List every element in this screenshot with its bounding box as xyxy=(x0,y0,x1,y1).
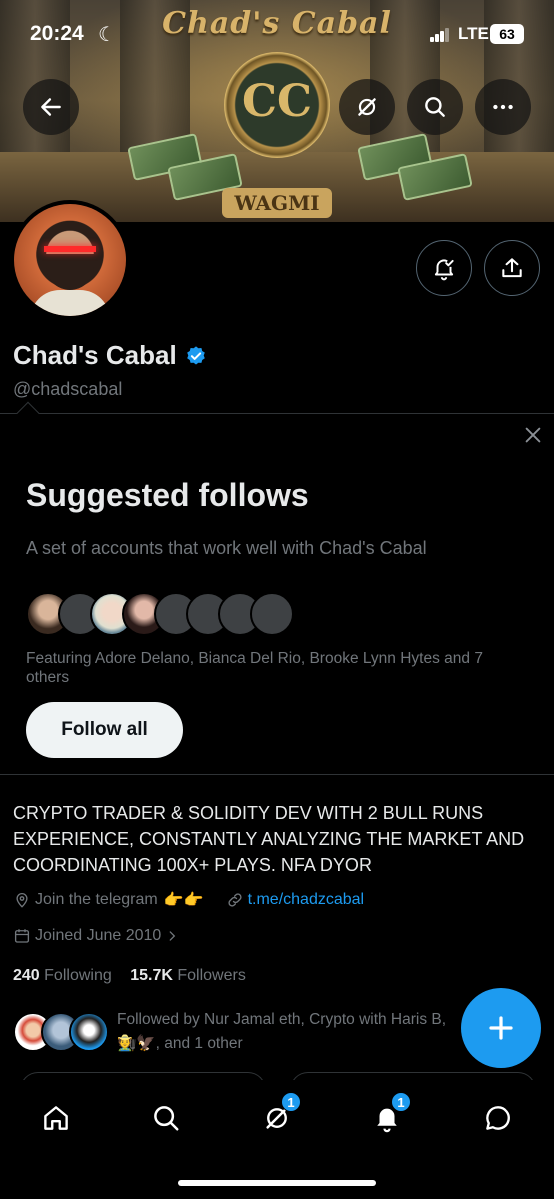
profile-name-row: Chad's Cabal xyxy=(13,340,207,371)
share-button[interactable] xyxy=(484,240,540,296)
search-icon xyxy=(425,97,445,117)
notifications-subscribe-button[interactable] xyxy=(416,240,472,296)
profile-website-link[interactable]: t.me/chadzcabal xyxy=(248,891,365,909)
card-pointer xyxy=(16,401,40,425)
avatar[interactable] xyxy=(10,200,130,320)
search-icon xyxy=(154,1106,179,1131)
follow-stats: 240 Following 15.7K Followers xyxy=(13,967,246,985)
follower-avatar xyxy=(69,1012,109,1052)
tab-badge: 1 xyxy=(281,1092,301,1112)
location-pin-icon xyxy=(16,893,28,908)
more-dots-icon xyxy=(493,104,513,110)
home-icon xyxy=(44,1106,68,1130)
network-type: LTE xyxy=(458,24,489,43)
profile-handle: @chadscabal xyxy=(13,379,123,399)
suggested-avatar xyxy=(250,592,294,636)
location-emoji: 👉👉 xyxy=(163,892,204,909)
following-link[interactable]: 240 Following xyxy=(13,967,112,984)
banner-badge-art: WAGMI xyxy=(222,188,332,218)
chevron-right-icon xyxy=(169,931,176,941)
followed-by-text[interactable]: Followed by Nur Jamal eth, Crypto with H… xyxy=(117,1008,467,1056)
suggested-follows-subtitle: A set of accounts that work well with Ch… xyxy=(26,538,427,558)
tab-home[interactable] xyxy=(36,1098,76,1138)
calendar-icon xyxy=(14,929,30,943)
followers-link[interactable]: 15.7K Followers xyxy=(130,967,246,984)
profile-joined: Joined June 2010 xyxy=(35,927,162,944)
tab-messages[interactable] xyxy=(478,1098,518,1138)
tab-search[interactable] xyxy=(146,1098,186,1138)
profile-meta-row: Join the telegram 👉👉 t.me/chadzcabal xyxy=(13,890,364,910)
suggested-avatars[interactable] xyxy=(26,592,294,636)
back-button[interactable] xyxy=(23,79,79,135)
close-icon[interactable] xyxy=(522,424,544,446)
verified-badge-icon[interactable] xyxy=(185,345,207,367)
profile-bio: CRYPTO TRADER & SOLIDITY DEV WITH 2 BULL… xyxy=(13,803,525,875)
search-button[interactable] xyxy=(407,79,463,135)
compose-button[interactable] xyxy=(461,988,541,1068)
more-button[interactable] xyxy=(475,79,531,135)
share-icon xyxy=(502,258,522,278)
profile-location: Join the telegram xyxy=(35,891,158,908)
signal-icon xyxy=(430,28,450,42)
divider xyxy=(0,774,554,775)
chat-bubble-icon xyxy=(486,1106,510,1130)
tab-notifications[interactable]: 1 xyxy=(367,1092,411,1138)
plus-icon xyxy=(489,1016,513,1040)
arrow-left-icon xyxy=(41,98,61,116)
status-time: 20:24 xyxy=(30,22,84,45)
status-bar: 20:24 ☾ LTE 63 xyxy=(0,0,554,70)
grok-button[interactable] xyxy=(339,79,395,135)
suggested-follows-title: Suggested follows xyxy=(26,477,309,513)
moon-icon: ☾ xyxy=(98,24,116,46)
link-icon xyxy=(228,893,242,907)
bell-check-icon xyxy=(434,259,454,281)
suggested-featuring-text: Featuring Adore Delano, Bianca Del Rio, … xyxy=(26,650,483,686)
divider xyxy=(0,413,554,414)
grok-icon xyxy=(358,98,376,116)
tab-grok[interactable]: 1 xyxy=(257,1092,301,1138)
battery-icon: 63 xyxy=(490,24,524,44)
joined-row[interactable]: Joined June 2010 xyxy=(13,927,183,945)
follow-all-button[interactable]: Follow all xyxy=(26,702,183,758)
profile-name: Chad's Cabal xyxy=(13,340,177,370)
tab-badge: 1 xyxy=(391,1092,411,1112)
home-indicator[interactable] xyxy=(178,1180,376,1186)
followed-by-avatars[interactable] xyxy=(13,1012,109,1054)
